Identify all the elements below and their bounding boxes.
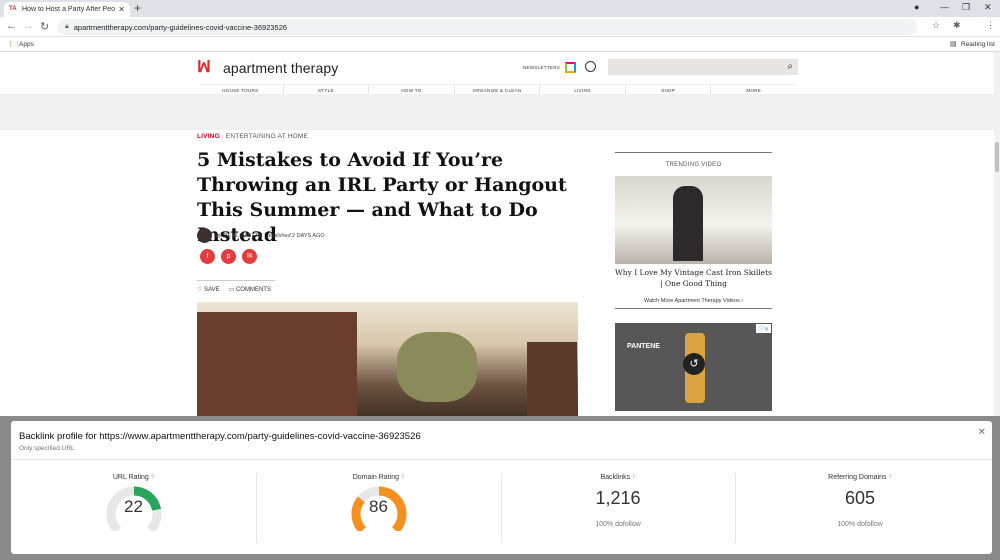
backlinks-value: 1,216	[595, 488, 641, 508]
newsletter-icon[interactable]	[565, 62, 576, 73]
facebook-share-icon[interactable]: f	[200, 249, 215, 264]
new-tab-button[interactable]: +	[134, 1, 141, 15]
url-rating-metric: URL Rating ? 22	[11, 461, 256, 551]
author-name[interactable]: DE ELIZABETH	[223, 233, 262, 239]
share-buttons: f p ✉	[200, 249, 263, 264]
backlinks-metric: Backlinks ? 1,216 100% dofollow	[501, 461, 735, 551]
hero-image	[197, 302, 578, 422]
reading-list-icon[interactable]: ▤	[950, 40, 957, 48]
published-time: 2 DAYS AGO	[292, 232, 325, 239]
help-icon[interactable]: ?	[151, 475, 154, 481]
replay-icon[interactable]: ↺	[683, 353, 705, 375]
domain-rating-gauge: 86	[346, 485, 412, 531]
ad-banner	[0, 94, 994, 130]
close-icon[interactable]: ✕	[978, 427, 986, 438]
author-avatar	[197, 228, 212, 243]
breadcrumb: LIVING | ENTERTAINING AT HOME	[197, 133, 309, 140]
help-icon[interactable]: ?	[888, 475, 891, 481]
domain-rating-metric: Domain Rating ? 86	[256, 461, 501, 551]
chevron-right-icon: ›	[741, 298, 744, 304]
logo-mark-icon: ꟽ	[197, 59, 211, 76]
watch-more-link[interactable]: Watch More Apartment Therapy Videos ›	[615, 298, 772, 309]
trending-video-module: TRENDING VIDEO Why I Love My Vintage Cas…	[615, 152, 772, 309]
domain-rating-value: 86	[369, 497, 388, 516]
help-icon[interactable]: ?	[401, 475, 404, 481]
ad-brand: PANTENE	[627, 343, 660, 350]
menu-icon[interactable]: ⋮	[986, 20, 995, 31]
video-title[interactable]: Why I Love My Vintage Cast Iron Skillets…	[615, 267, 772, 289]
apps-bookmark[interactable]: Apps	[19, 41, 34, 48]
browser-tab[interactable]: TA How to Host a Party After People ✕	[4, 2, 130, 17]
lock-icon: 🔒︎	[65, 23, 69, 30]
backlink-subtitle: Only specified URL	[19, 445, 75, 452]
referring-domains-dofollow: 100% dofollow	[837, 521, 883, 528]
browser-toolbar: ← → ↻ 🔒︎ apartmenttherapy.com/party-guid…	[0, 17, 1000, 37]
metric-name: URL Rating	[112, 474, 149, 481]
newsletters-link[interactable]: NEWSLETTERS	[523, 65, 560, 70]
published-label: published	[266, 232, 291, 239]
sidebar-ad[interactable]: ⓘ✕ PANTENE ↺	[615, 323, 772, 411]
referring-domains-value: 605	[844, 488, 876, 508]
ad-choices-icon[interactable]: ⓘ✕	[755, 324, 771, 333]
address-bar[interactable]: 🔒︎ apartmenttherapy.com/party-guidelines…	[57, 19, 917, 35]
tab-strip: TA How to Host a Party After People ✕ + …	[0, 0, 1000, 17]
close-tab-icon[interactable]: ✕	[118, 5, 125, 14]
byline-prefix: by	[216, 232, 222, 239]
breadcrumb-category[interactable]: LIVING	[197, 133, 220, 140]
restore-icon[interactable]: ❐	[962, 2, 970, 13]
url-rating-gauge: 22	[101, 485, 167, 531]
pinterest-share-icon[interactable]: p	[221, 249, 236, 264]
bookmarks-bar: ⋮⋮ Apps ▤ Reading list	[0, 37, 1000, 52]
email-share-icon[interactable]: ✉	[242, 249, 257, 264]
comment-icon: ▭	[228, 287, 235, 293]
forward-icon[interactable]: →	[23, 20, 34, 32]
referring-domains-metric: Referring Domains ? 605 100% dofollow	[735, 461, 985, 551]
favicon-icon: TA	[9, 6, 17, 12]
extensions-icon[interactable]: ✱	[953, 20, 961, 31]
metric-name: Referring Domains	[828, 474, 887, 481]
search-icon[interactable]: ⌕	[787, 61, 793, 72]
user-icon[interactable]	[585, 61, 596, 72]
url-rating-value: 22	[124, 497, 143, 516]
minimize-icon[interactable]: —	[940, 2, 949, 12]
close-window-icon[interactable]: ✕	[984, 2, 992, 13]
site-search-input[interactable]: ⌕	[608, 59, 798, 75]
logo-text: apartment therapy	[223, 60, 339, 76]
article-actions: ♡ SAVE ▭ COMMENTS	[197, 280, 275, 293]
metric-name: Domain Rating	[352, 474, 399, 481]
byline: by DE ELIZABETH | published 2 DAYS AGO	[197, 228, 325, 243]
profile-dot-icon[interactable]: ●	[914, 2, 919, 12]
trending-label: TRENDING VIDEO	[665, 162, 722, 168]
reload-icon[interactable]: ↻	[40, 20, 49, 33]
heart-icon: ♡	[197, 287, 203, 293]
reading-list-button[interactable]: Reading list	[961, 41, 995, 48]
comments-button[interactable]: ▭ COMMENTS	[229, 286, 271, 293]
site-logo[interactable]: ꟽ apartment therapy	[197, 58, 338, 78]
backlink-panel: Backlink profile for https://www.apartme…	[11, 421, 992, 554]
back-icon[interactable]: ←	[6, 20, 17, 32]
backlinks-dofollow: 100% dofollow	[595, 521, 641, 528]
tab-title: How to Host a Party After People	[22, 6, 116, 13]
save-button[interactable]: ♡ SAVE	[197, 286, 220, 293]
metric-name: Backlinks	[600, 474, 631, 481]
video-thumbnail[interactable]	[615, 176, 772, 264]
backlink-title: Backlink profile for https://www.apartme…	[19, 431, 421, 442]
help-icon[interactable]: ?	[632, 475, 635, 481]
star-icon[interactable]: ☆	[932, 20, 940, 31]
breadcrumb-subcategory[interactable]: ENTERTAINING AT HOME	[226, 133, 308, 140]
url-text: apartmenttherapy.com/party-guidelines-co…	[73, 22, 288, 32]
